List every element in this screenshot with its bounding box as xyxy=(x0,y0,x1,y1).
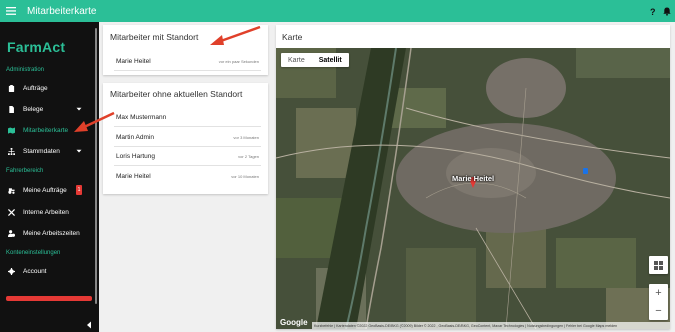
zoom-in-button[interactable]: + xyxy=(649,284,668,302)
user-clock-icon xyxy=(0,229,23,237)
last-seen: vor 3 Monaten xyxy=(233,134,259,140)
annotation-arrow xyxy=(74,111,115,132)
google-logo: Google xyxy=(280,318,308,327)
annotation-arrow xyxy=(210,25,261,45)
zoom-out-button[interactable]: − xyxy=(649,302,668,320)
grid-icon xyxy=(654,260,663,270)
settings-icon xyxy=(0,267,23,275)
last-seen: vor ein paar Sekunden xyxy=(218,58,259,64)
sidebar-item-interne-arbeiten[interactable]: Interne Arbeiten xyxy=(0,204,95,220)
employee-name: Marie Heitel xyxy=(116,173,151,180)
map-icon xyxy=(0,126,23,134)
bell-icon[interactable] xyxy=(663,7,671,16)
employee-name: Loris Hartung xyxy=(116,152,156,160)
satellite-map[interactable]: Karte Satellit + − Marie Heitel Google K… xyxy=(276,48,670,329)
collapse-sidebar-icon[interactable] xyxy=(86,316,92,329)
map-type-satellite-button[interactable]: Satellit xyxy=(312,53,349,67)
employee-name: Marie Heitel xyxy=(116,57,151,65)
chevron-down-icon xyxy=(76,148,82,156)
sidebar-item-label: Meine Arbeitszeiten xyxy=(23,229,80,237)
map-type-toggle: Karte Satellit xyxy=(281,53,349,67)
sidebar-item-stammdaten[interactable]: Stammdaten xyxy=(0,143,95,159)
map-type-map-button[interactable]: Karte xyxy=(281,53,312,67)
employee-name: Martin Admin xyxy=(116,133,154,141)
sidebar-item-label: Belege xyxy=(23,105,44,113)
employee-name: Max Mustermann xyxy=(116,113,167,121)
tractor-icon xyxy=(0,187,23,194)
section-fahrerbereich: Fahrerbereich xyxy=(6,168,44,174)
map-attribution[interactable]: Kurzbefehle | Kartendaten ©2022 GeoBasis… xyxy=(312,322,670,329)
section-administration: Administration xyxy=(6,67,45,73)
sidebar-item-label: Stammdaten xyxy=(23,147,60,155)
logout-button[interactable] xyxy=(6,296,92,301)
zoom-control: + − xyxy=(649,284,668,320)
sidebar-item-meine-auftraege[interactable]: Meine Aufträge 1 xyxy=(0,182,95,198)
card-title: Mitarbeiter mit Standort xyxy=(110,32,199,42)
section-konteneinstellungen: Konteneinstellungen xyxy=(6,250,61,256)
document-icon xyxy=(0,105,23,113)
sidebar-scrollbar[interactable] xyxy=(95,28,97,304)
svg-text:?: ? xyxy=(650,7,656,16)
tools-icon xyxy=(0,208,23,216)
sidebar-item-label: Interne Arbeiten xyxy=(23,208,69,216)
list-item[interactable]: Marie Heitel vor ein paar Sekunden xyxy=(114,52,261,71)
app-bar: Mitarbeiterkarte ? xyxy=(0,0,675,22)
map-marker-label: Marie Heitel xyxy=(452,174,495,183)
sidebar-item-label: Aufträge xyxy=(23,84,48,92)
page-title: Mitarbeiterkarte xyxy=(27,5,97,17)
list-item[interactable]: Martin Admin vor 3 Monaten xyxy=(114,128,261,147)
sidebar-item-meine-arbeitszeiten[interactable]: Meine Arbeitszeiten xyxy=(0,225,95,241)
logo: FarmAct xyxy=(7,39,66,55)
card-title: Karte xyxy=(282,32,303,42)
list-item[interactable]: Loris Hartung vor 2 Tagen xyxy=(114,147,261,166)
sidebar: FarmAct Administration Aufträge Belege M… xyxy=(0,22,99,332)
sidebar-item-auftraege[interactable]: Aufträge xyxy=(0,80,95,96)
clipboard-icon xyxy=(0,84,23,92)
menu-icon[interactable] xyxy=(0,0,22,22)
card-without-location: Mitarbeiter ohne aktuellen Standort Max … xyxy=(103,83,268,194)
last-seen: vor 10 Monaten xyxy=(231,174,259,179)
list-item[interactable]: Max Mustermann xyxy=(114,108,261,127)
layers-button[interactable] xyxy=(649,256,668,274)
help-icon[interactable]: ? xyxy=(649,7,657,16)
satellite-imagery xyxy=(276,48,670,329)
sidebar-item-label: Meine Aufträge xyxy=(23,186,67,194)
card-title: Mitarbeiter ohne aktuellen Standort xyxy=(110,89,243,99)
last-seen: vor 2 Tagen xyxy=(238,153,259,159)
sidebar-item-label: Account xyxy=(23,267,47,275)
hierarchy-icon xyxy=(0,147,23,155)
sidebar-item-label: Mitarbeiterkarte xyxy=(23,126,69,134)
list-item[interactable]: Marie Heitel vor 10 Monaten xyxy=(114,167,261,186)
notification-badge: 1 xyxy=(76,185,82,195)
sidebar-item-account[interactable]: Account xyxy=(0,263,95,279)
